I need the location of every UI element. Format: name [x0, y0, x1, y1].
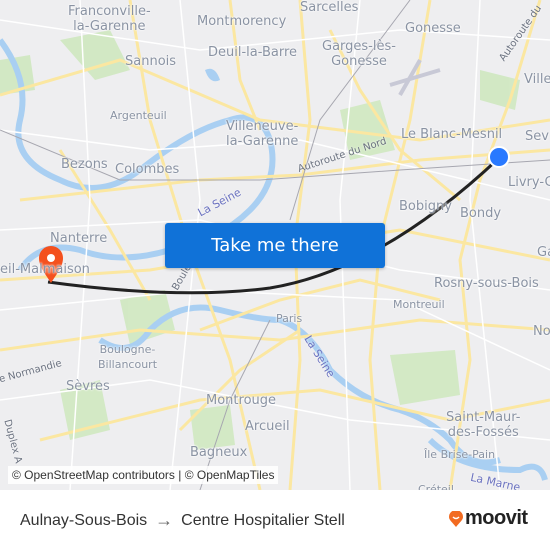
- origin-name: Aulnay-Sous-Bois: [20, 511, 148, 529]
- destination-name: Centre Hospitalier Stell: [181, 511, 345, 529]
- place-label-bondy: Bondy: [460, 206, 502, 221]
- place-label-montrouge: Montrouge: [206, 393, 277, 408]
- place-label-sevres: Sèvres: [66, 379, 110, 394]
- place-label-creteil: Créteil: [418, 483, 454, 490]
- place-label-bobigny: Bobigny: [399, 199, 452, 214]
- take-me-there-button[interactable]: Take me there: [165, 223, 385, 268]
- place-label-montmorency: Montmorency: [197, 14, 287, 29]
- place-label-boulogne: Boulogne- Billancourt: [98, 343, 158, 371]
- place-label-bagneux: Bagneux: [190, 445, 248, 460]
- place-label-sevran: Sev: [525, 129, 549, 144]
- place-label-argenteuil: Argenteuil: [110, 109, 167, 122]
- place-label-sarcelles: Sarcelles: [300, 0, 359, 15]
- place-label-paris: Paris: [276, 312, 303, 325]
- place-label-livry-gargan: Livry-G: [508, 175, 550, 190]
- place-label-franconville: Franconville-la-Garenne: [68, 4, 151, 34]
- place-label-saint-maur: Saint-Maur-des-Fossés: [446, 410, 521, 440]
- place-label-colombes: Colombes: [115, 162, 180, 177]
- place-label-deuil-la-barre: Deuil-la-Barre: [208, 45, 298, 60]
- place-label-nanterre: Nanterre: [50, 231, 108, 246]
- route-summary: Aulnay-Sous-Bois → Centre Hospitalier St…: [20, 510, 345, 531]
- place-label-le-blanc-mesnil: Le Blanc-Mesnil: [401, 127, 503, 142]
- moovit-logo[interactable]: moovit: [449, 507, 528, 530]
- place-label-sannois: Sannois: [125, 54, 177, 69]
- place-label-rueil-malmaison: eil-Malmaison: [0, 262, 90, 277]
- place-label-noisy: No: [533, 324, 550, 339]
- moovit-wordmark: moovit: [465, 507, 528, 529]
- place-label-bezons: Bezons: [61, 157, 108, 172]
- lake: [205, 68, 220, 82]
- map-attribution[interactable]: © OpenStreetMap contributors | © OpenMap…: [8, 466, 279, 484]
- moovit-pin-icon: [449, 510, 463, 527]
- origin-marker[interactable]: [488, 146, 510, 168]
- place-label-gonesse: Gonesse: [405, 21, 461, 36]
- map-view[interactable]: Franconville-la-Garenne Montmorency Sarc…: [0, 0, 550, 490]
- place-label-gagny: Ga: [537, 245, 550, 260]
- arrow-right-icon: →: [155, 510, 174, 530]
- place-label-villeneuve: Villeneuve-la-Garenne: [226, 119, 299, 149]
- place-label-rosny: Rosny-sous-Bois: [434, 276, 539, 291]
- place-label-ile-brise-pain: Île Brise-Pain: [424, 448, 496, 461]
- place-label-arcueil: Arcueil: [245, 419, 290, 434]
- place-label-garges: Garges-lès- Gonesse: [322, 39, 396, 69]
- place-label-montreuil: Montreuil: [393, 298, 445, 311]
- place-label-villepinte: Ville: [524, 72, 550, 87]
